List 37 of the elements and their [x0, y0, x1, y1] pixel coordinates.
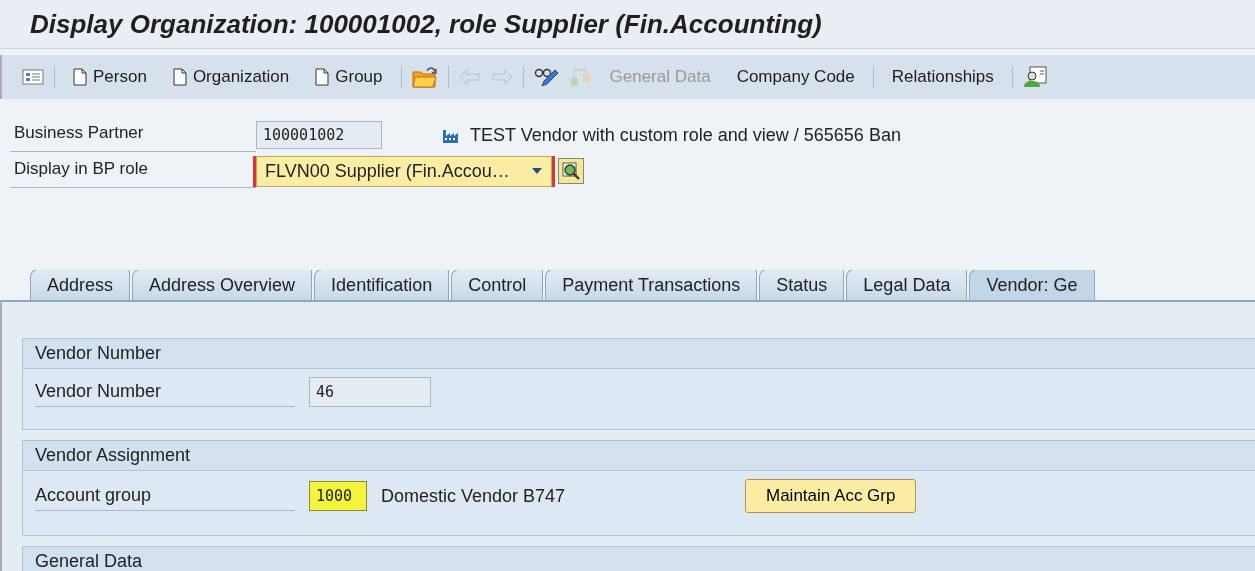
partner-description: TEST Vendor with custom role and view / 565656 Ban [470, 124, 901, 146]
tab[interactable]: Control [451, 270, 544, 300]
section-title: Vendor Assignment [23, 441, 1255, 471]
tab[interactable]: Identification [314, 270, 450, 300]
glasses-pencil-icon[interactable] [533, 66, 560, 88]
search-button[interactable] [558, 158, 584, 184]
page-icon [73, 68, 87, 86]
magnifier-icon [561, 161, 581, 181]
tab[interactable]: Legal Data [846, 270, 968, 300]
tab[interactable]: Status [759, 270, 845, 300]
toolbar-button[interactable]: Group [307, 67, 391, 87]
tab[interactable]: Address [30, 270, 131, 300]
tab[interactable]: Address Overview [132, 270, 313, 300]
window-title: Display Organization: 100001002, role Supplier (Fin.Accounting) [30, 8, 822, 40]
input-field: 1000 [309, 481, 367, 511]
field-label: Business Partner [10, 118, 256, 152]
section-title: General Data [23, 547, 1255, 571]
folder-icon[interactable] [411, 66, 438, 88]
maintain-button[interactable]: Maintain Acc Grp [745, 479, 917, 513]
field-label: Vendor Number [35, 377, 295, 407]
input-field: 46 [309, 377, 431, 407]
list-icon[interactable] [22, 69, 44, 85]
dropdown-caret-icon[interactable] [531, 167, 543, 175]
role-dropdown[interactable]: FLVN00 Supplier (Fin.Accou… [256, 155, 552, 187]
toolbar-button[interactable]: Relationships [883, 67, 1002, 87]
tab[interactable]: Payment Transactions [545, 270, 758, 300]
section-title: Vendor Number [23, 339, 1255, 369]
input-field: 100001002 [256, 121, 382, 149]
toolbar-button[interactable]: Company Code [728, 67, 863, 87]
toolbar-button[interactable]: Organization [164, 67, 298, 87]
page-icon [315, 68, 330, 86]
person-card-icon[interactable] [1022, 66, 1047, 88]
page-icon [172, 68, 187, 86]
field-description: Domestic Vendor B747 [381, 485, 567, 507]
toolbar-button[interactable]: Person [65, 67, 155, 87]
tab[interactable]: Vendor: Ge [969, 270, 1095, 300]
field-label: Account group [35, 481, 295, 511]
